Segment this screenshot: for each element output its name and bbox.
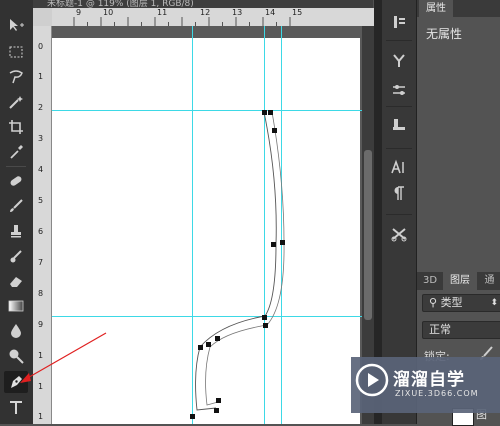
no-properties-label: 无属性 (426, 27, 463, 41)
anchor-point[interactable] (272, 128, 277, 133)
clone-source-panel-icon[interactable] (387, 113, 411, 137)
play-logo-icon (355, 363, 389, 397)
dock-divider (386, 106, 412, 107)
tab-properties[interactable]: 属性 (419, 0, 453, 17)
layer-filter-select[interactable]: ⚲ 类型 ⬍ (422, 294, 500, 312)
dock-divider (386, 214, 412, 215)
pen-path-inner[interactable] (205, 111, 285, 406)
anchor-point[interactable] (216, 398, 221, 403)
filter-kind-label: 类型 (440, 296, 463, 309)
character-panel-icon[interactable] (387, 155, 411, 179)
anchor-point[interactable] (280, 240, 285, 245)
brush-settings-panel-icon[interactable] (387, 78, 411, 102)
anchor-point[interactable] (206, 342, 211, 347)
anchor-point[interactable] (268, 110, 273, 115)
anchor-point[interactable] (271, 242, 276, 247)
paragraph-panel-icon[interactable] (387, 181, 411, 205)
tool-presets-panel-icon[interactable] (387, 222, 411, 246)
watermark-site: ZIXUE.3D66.COM (395, 389, 479, 398)
annotation-arrowhead (20, 373, 31, 383)
anchor-point[interactable] (214, 408, 219, 413)
anchor-point[interactable] (263, 323, 268, 328)
tab-channels[interactable]: 通 (479, 272, 500, 290)
scrollbar-thumb[interactable] (364, 150, 372, 320)
tab-layers[interactable]: 图层 (443, 272, 477, 290)
anchor-point[interactable] (215, 336, 220, 341)
chevron-down-icon: ⬍ (490, 298, 498, 308)
tab-3d[interactable]: 3D (419, 272, 441, 290)
watermark: 溜溜自学 ZIXUE.3D66.COM (351, 357, 500, 413)
history-panel-icon[interactable] (387, 10, 411, 34)
anchor-point[interactable] (198, 345, 203, 350)
dock-divider (386, 148, 412, 149)
anchor-point[interactable] (262, 315, 267, 320)
search-icon: ⚲ (429, 296, 438, 309)
anchor-point[interactable] (190, 414, 195, 419)
blend-mode-select[interactable]: 正常 (422, 321, 500, 339)
dock-divider (386, 40, 412, 41)
adjustments-panel-icon[interactable] (387, 48, 411, 72)
blend-mode-value: 正常 (429, 323, 451, 336)
annotation-arrow (23, 332, 107, 381)
watermark-brand: 溜溜自学 (393, 370, 465, 390)
anchor-point[interactable] (262, 110, 267, 115)
